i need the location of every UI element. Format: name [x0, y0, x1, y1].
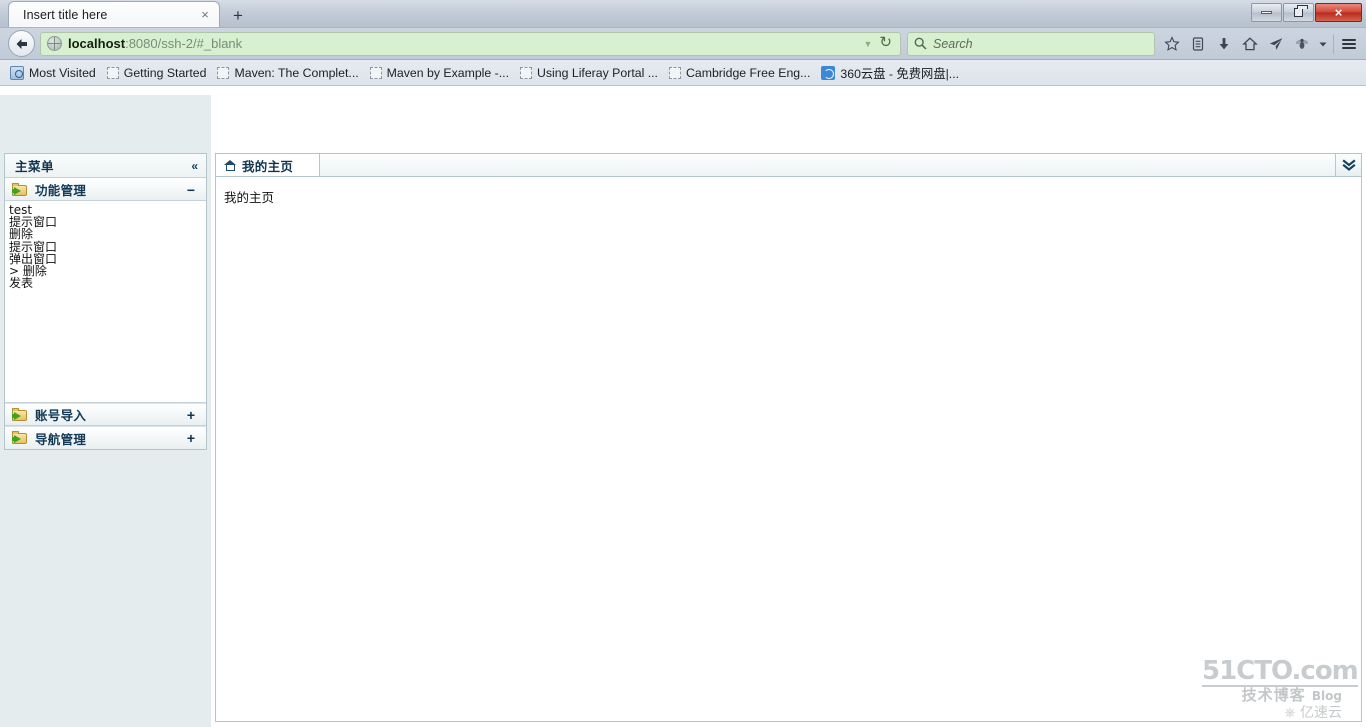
restore-button[interactable]	[1283, 2, 1314, 22]
url-bar[interactable]: localhost:8080/ssh-2/#_blank ▼ ↻	[40, 31, 901, 56]
url-path: :8080/ssh-2/#_blank	[125, 36, 243, 51]
cloud-disk-icon	[821, 65, 836, 80]
bookmark-label: Cambridge Free Eng...	[685, 65, 811, 80]
url-text: localhost:8080/ssh-2/#_blank	[68, 36, 859, 51]
url-host: localhost	[68, 36, 126, 51]
site-identity-globe-icon	[47, 36, 62, 51]
list-item[interactable]: 发表	[9, 277, 206, 289]
folder-arrow-icon	[12, 431, 29, 445]
browser-window: Insert title here × + × localhost:8080/s…	[0, 0, 1366, 727]
new-tab-button[interactable]: +	[223, 5, 253, 27]
sidebar-panel-body-function-management: test 提示窗口 删除 提示窗口 弹出窗口 > 删除 发表	[5, 201, 206, 403]
restore-icon	[1294, 4, 1308, 17]
back-arrow-icon	[16, 38, 27, 49]
send-page-icon[interactable]	[1263, 30, 1289, 58]
chevron-down-icon[interactable]: ▼	[859, 39, 878, 49]
tabbar-spacer	[320, 154, 1335, 176]
dashed-placeholder-icon	[668, 66, 681, 79]
content-tab-label: 我的主页	[242, 159, 294, 174]
toolbar-divider	[1333, 33, 1334, 54]
bookmark-maven-complete[interactable]: Maven: The Complet...	[213, 62, 365, 84]
search-placeholder: Search	[933, 36, 973, 51]
sidebar: 主菜单 « 功能管理 − test 提示窗口 删除 提示窗口 弹出窗口 > 删除…	[4, 153, 207, 450]
collapse-sidebar-icon[interactable]: «	[189, 158, 200, 174]
list-item[interactable]: > 删除	[9, 265, 206, 277]
minimize-icon	[1261, 10, 1272, 14]
bookmark-label: Maven: The Complet...	[234, 65, 359, 80]
list-item[interactable]: 删除	[9, 228, 206, 240]
sidebar-panel-label: 功能管理	[35, 184, 87, 198]
browser-toolbar-icons	[1155, 30, 1362, 58]
minimize-button[interactable]	[1251, 2, 1282, 22]
bookmark-liferay-portal[interactable]: Using Liferay Portal ...	[516, 62, 665, 84]
sidebar-header: 主菜单 «	[5, 154, 206, 178]
bookmark-getting-started[interactable]: Getting Started	[103, 62, 214, 84]
minus-icon[interactable]: −	[184, 183, 198, 197]
browser-titlebar: Insert title here × + ×	[0, 0, 1366, 28]
page-viewport: 主菜单 « 功能管理 − test 提示窗口 删除 提示窗口 弹出窗口 > 删除…	[0, 95, 1366, 727]
overflow-chevron-icon[interactable]	[1315, 30, 1331, 58]
plus-icon[interactable]: +	[184, 431, 198, 445]
downloads-icon[interactable]	[1211, 30, 1237, 58]
home-icon[interactable]	[1237, 30, 1263, 58]
bookmark-cambridge[interactable]: Cambridge Free Eng...	[665, 62, 817, 84]
close-icon[interactable]: ×	[197, 7, 213, 23]
sidebar-panel-label: 账号导入	[35, 409, 87, 423]
list-item[interactable]: 提示窗口	[9, 216, 206, 228]
bookmark-star-icon[interactable]	[1159, 30, 1185, 58]
browser-tabstrip: Insert title here × +	[0, 0, 253, 27]
bookmark-360-cloud[interactable]: 360云盘 - 免费网盘|...	[817, 62, 966, 84]
reload-icon[interactable]: ↻	[877, 35, 897, 52]
browser-navbar: localhost:8080/ssh-2/#_blank ▼ ↻ Search	[0, 28, 1366, 60]
content-tabbar: 我的主页	[216, 154, 1361, 177]
home-icon	[224, 159, 237, 171]
sidebar-panel-label: 导航管理	[35, 432, 87, 447]
close-icon: ×	[1334, 4, 1343, 20]
bookmark-label: Getting Started	[123, 65, 207, 80]
bookmark-most-visited[interactable]: Most Visited	[6, 62, 103, 84]
double-chevron-down-icon[interactable]	[1335, 154, 1361, 176]
window-controls: ×	[1250, 2, 1362, 22]
folder-arrow-icon	[12, 407, 29, 422]
bookmark-label: Most Visited	[29, 65, 96, 80]
plus-icon[interactable]: +	[184, 408, 198, 422]
search-icon	[914, 37, 927, 50]
reading-list-icon[interactable]	[1185, 30, 1211, 58]
content-body-text: 我的主页	[224, 190, 275, 205]
sidebar-panel-header-navigation-management[interactable]: 导航管理 +	[5, 426, 206, 449]
bookmark-label: 360云盘 - 免费网盘|...	[840, 66, 960, 81]
browser-tab[interactable]: Insert title here ×	[8, 1, 220, 27]
bookmark-label: Maven by Example -...	[386, 65, 509, 80]
sidebar-panel-header-function-management[interactable]: 功能管理 −	[5, 178, 206, 201]
sidebar-title: 主菜单	[15, 160, 55, 174]
dashed-placeholder-icon	[520, 66, 532, 79]
sidebar-panel-header-account-import[interactable]: 账号导入 +	[5, 403, 206, 426]
back-button[interactable]	[8, 30, 35, 57]
folder-arrow-icon	[12, 182, 29, 197]
tab-my-homepage[interactable]: 我的主页	[216, 154, 320, 176]
main-content-panel: 我的主页 我的主页	[215, 153, 1362, 722]
most-visited-icon	[10, 65, 24, 80]
dashed-placeholder-icon	[217, 66, 230, 79]
list-item[interactable]: 提示窗口	[9, 240, 206, 252]
bookmark-label: Using Liferay Portal ...	[537, 65, 658, 80]
browser-tab-title: Insert title here	[23, 7, 108, 22]
dashed-placeholder-icon	[369, 66, 382, 79]
bookmarks-bar: Most Visited Getting Started Maven: The …	[0, 60, 1366, 86]
search-input[interactable]: Search	[907, 31, 1155, 56]
firebug-icon[interactable]	[1289, 30, 1315, 58]
close-window-button[interactable]: ×	[1315, 2, 1362, 22]
hamburger-menu-icon[interactable]	[1336, 30, 1362, 58]
bookmark-maven-by-example[interactable]: Maven by Example -...	[366, 62, 516, 84]
dashed-placeholder-icon	[106, 66, 119, 79]
